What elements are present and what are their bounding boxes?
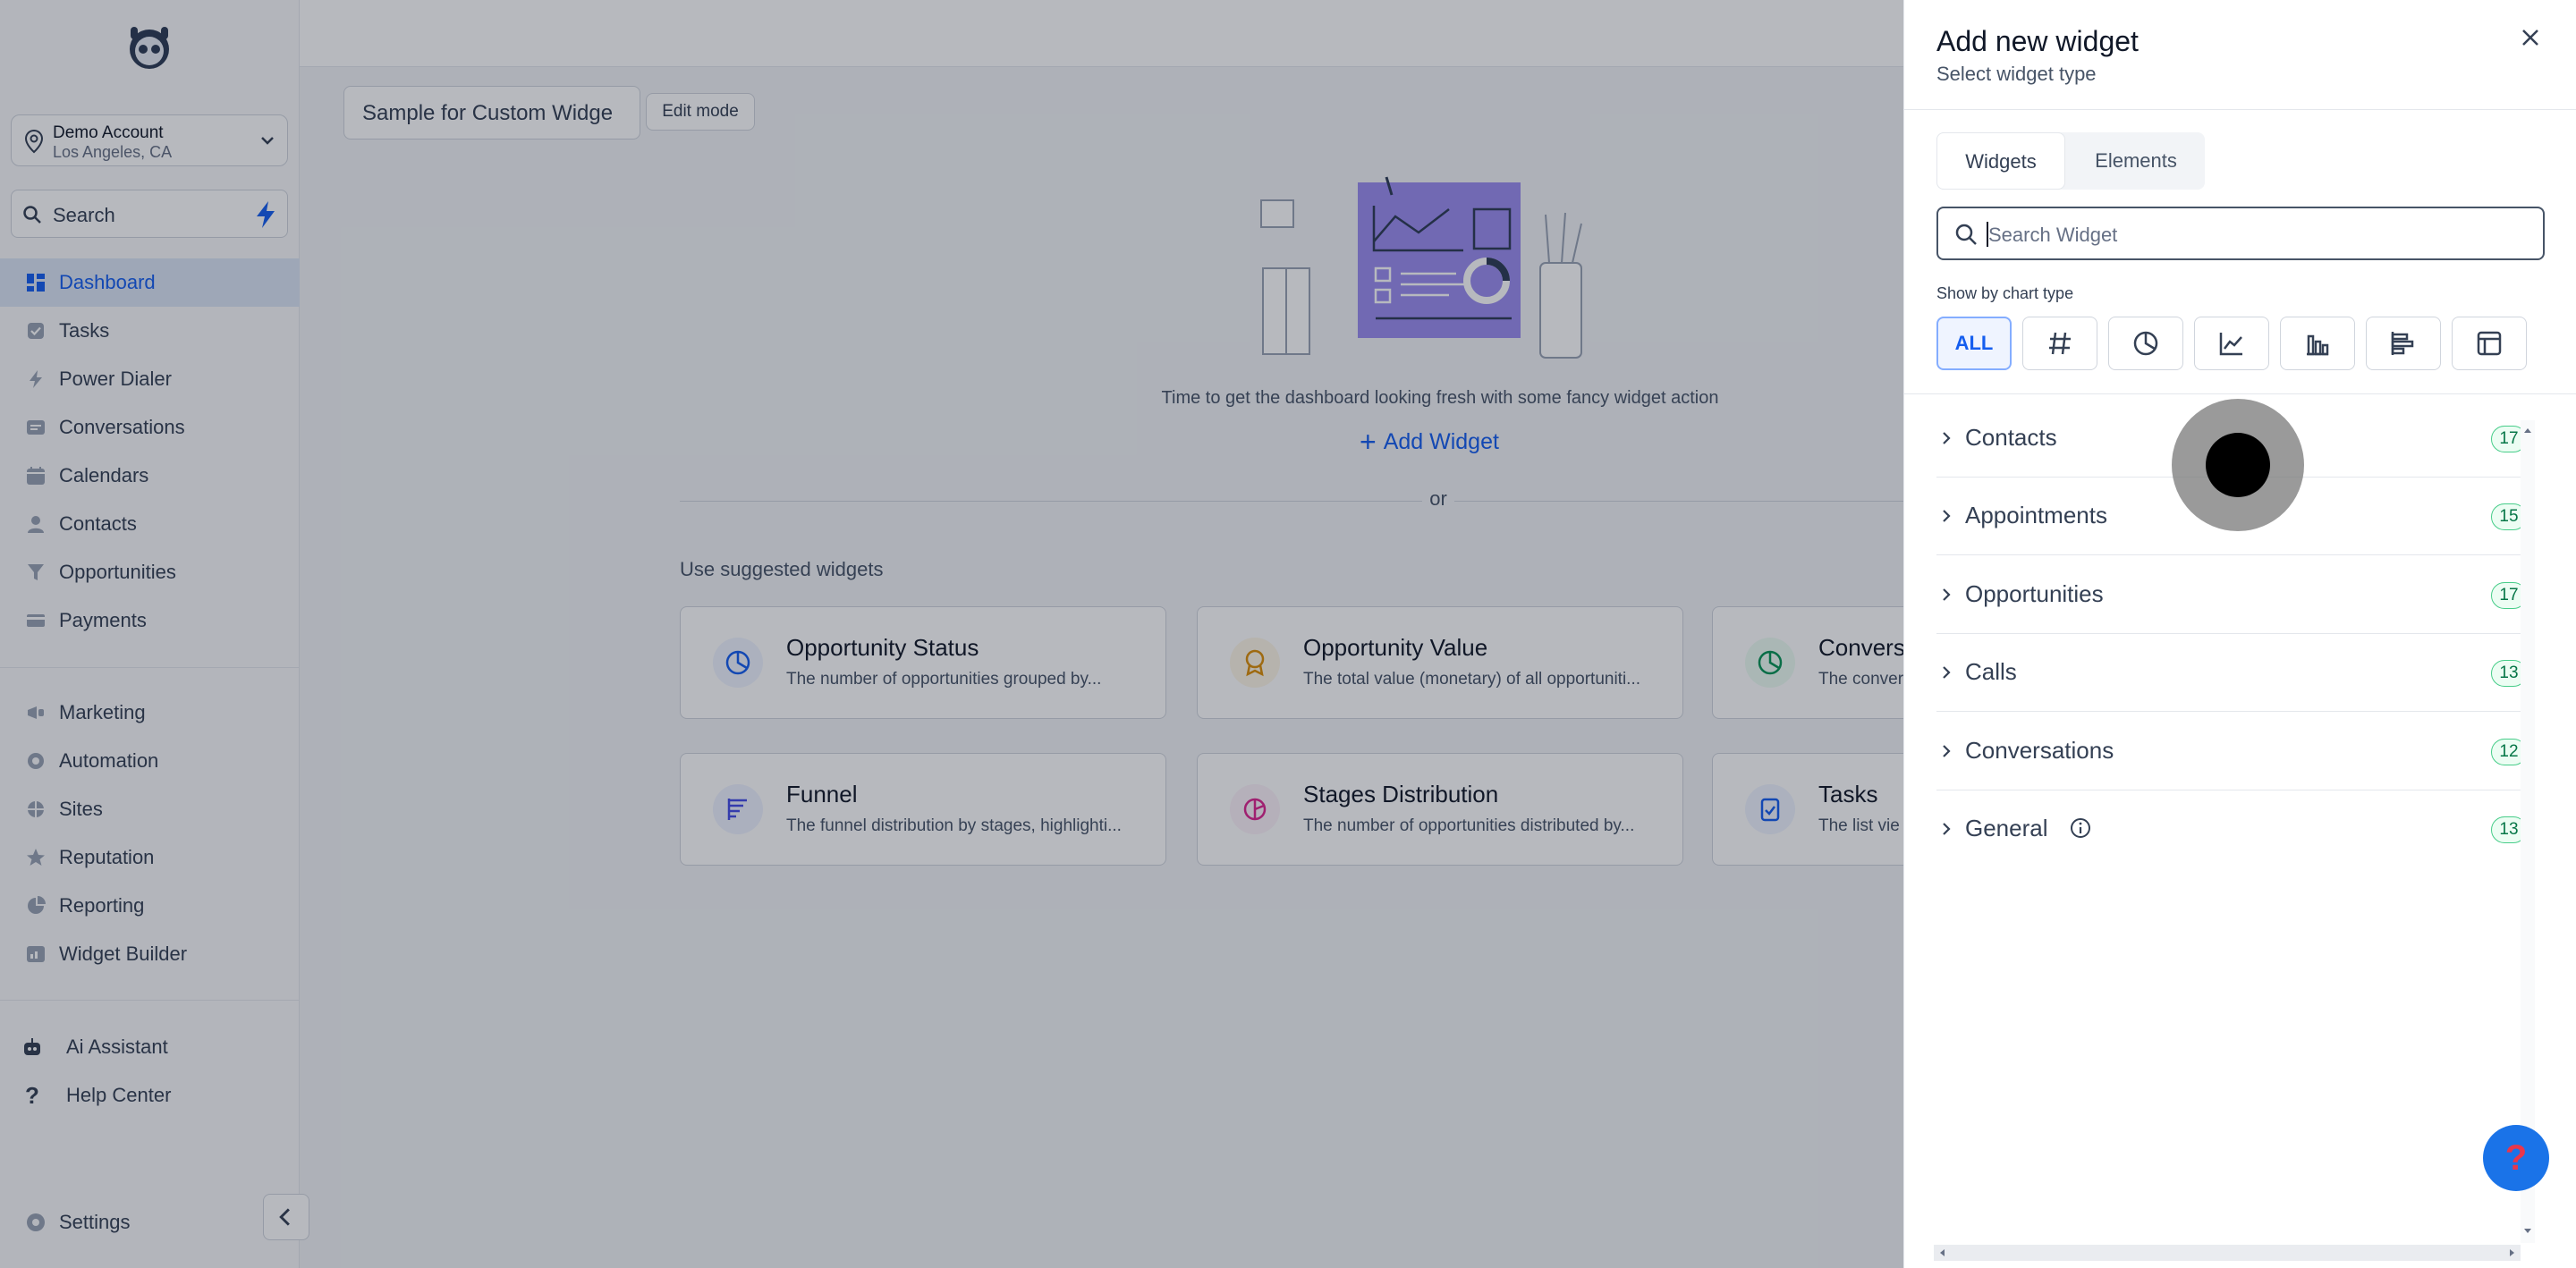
horizontal-bar-chart-icon bbox=[2391, 332, 2414, 355]
show-by-chart-type-label: Show by chart type bbox=[1936, 284, 2074, 302]
table-icon bbox=[2477, 331, 2502, 356]
panel-title: Add new widget bbox=[1936, 25, 2139, 57]
chart-type-line-button[interactable] bbox=[2194, 317, 2269, 370]
chevron-right-icon bbox=[1943, 588, 1951, 601]
scroll-up-arrow-icon[interactable] bbox=[2522, 426, 2533, 436]
category-calls[interactable]: Calls 13 bbox=[1936, 635, 2527, 712]
chart-type-divider bbox=[1904, 393, 2576, 394]
hash-icon bbox=[2049, 332, 2071, 355]
chevron-right-icon bbox=[1943, 823, 1951, 835]
add-widget-panel: Add new widget Select widget type Widget… bbox=[1903, 0, 2576, 1268]
category-label: Contacts bbox=[1965, 424, 2057, 451]
chart-type-pie-button[interactable] bbox=[2108, 317, 2183, 370]
category-opportunities[interactable]: Opportunities 17 bbox=[1936, 557, 2527, 634]
category-label: Opportunities bbox=[1965, 580, 2104, 607]
info-icon[interactable] bbox=[2069, 816, 2092, 840]
pie-chart-icon bbox=[2133, 331, 2158, 356]
chart-type-number-button[interactable] bbox=[2022, 317, 2097, 370]
chevron-right-icon bbox=[1943, 745, 1951, 757]
tab-widgets[interactable]: Widgets bbox=[1936, 132, 2065, 190]
question-mark-icon: ? bbox=[2504, 1137, 2528, 1178]
cursor-dot bbox=[2206, 433, 2270, 497]
scroll-down-arrow-icon[interactable] bbox=[2522, 1225, 2533, 1236]
mouse-cursor-highlight bbox=[2172, 399, 2304, 531]
category-label: Calls bbox=[1965, 658, 2017, 685]
category-label: Conversations bbox=[1965, 737, 2114, 764]
line-chart-icon bbox=[2219, 333, 2242, 356]
chevron-right-icon bbox=[1943, 510, 1951, 522]
scroll-right-arrow-icon[interactable] bbox=[2506, 1247, 2517, 1258]
chart-type-all-label: ALL bbox=[1954, 332, 1994, 354]
panel-subtitle: Select widget type bbox=[1936, 63, 2097, 85]
category-general[interactable]: General 13 bbox=[1936, 791, 2527, 868]
chart-type-table-button[interactable] bbox=[2452, 317, 2527, 370]
chevron-right-icon bbox=[1943, 666, 1951, 679]
bar-chart-icon bbox=[2307, 334, 2329, 356]
chart-type-all-button[interactable]: ALL bbox=[1936, 317, 2012, 370]
category-label: Appointments bbox=[1965, 502, 2107, 528]
tab-elements[interactable]: Elements bbox=[2067, 132, 2205, 190]
chart-type-bar-button[interactable] bbox=[2280, 317, 2355, 370]
modal-backdrop[interactable] bbox=[0, 0, 1903, 1268]
panel-tabs: Widgets Elements bbox=[1936, 132, 2205, 190]
category-conversations[interactable]: Conversations 12 bbox=[1936, 714, 2527, 790]
panel-vertical-scrollbar[interactable] bbox=[2521, 420, 2535, 1243]
scroll-left-arrow-icon[interactable] bbox=[1937, 1247, 1948, 1258]
panel-horizontal-scrollbar[interactable] bbox=[1934, 1245, 2521, 1261]
chart-type-horizontal-bar-button[interactable] bbox=[2366, 317, 2441, 370]
category-label: General bbox=[1965, 815, 2048, 841]
chevron-right-icon bbox=[1943, 432, 1951, 444]
widget-search-input[interactable]: Search Widget bbox=[1936, 207, 2545, 260]
search-placeholder: Search Widget bbox=[1988, 224, 2118, 246]
help-chat-button[interactable]: ? bbox=[2483, 1125, 2549, 1191]
close-icon[interactable] bbox=[2512, 20, 2548, 55]
search-icon bbox=[1955, 224, 1977, 245]
panel-header-divider bbox=[1904, 109, 2576, 110]
